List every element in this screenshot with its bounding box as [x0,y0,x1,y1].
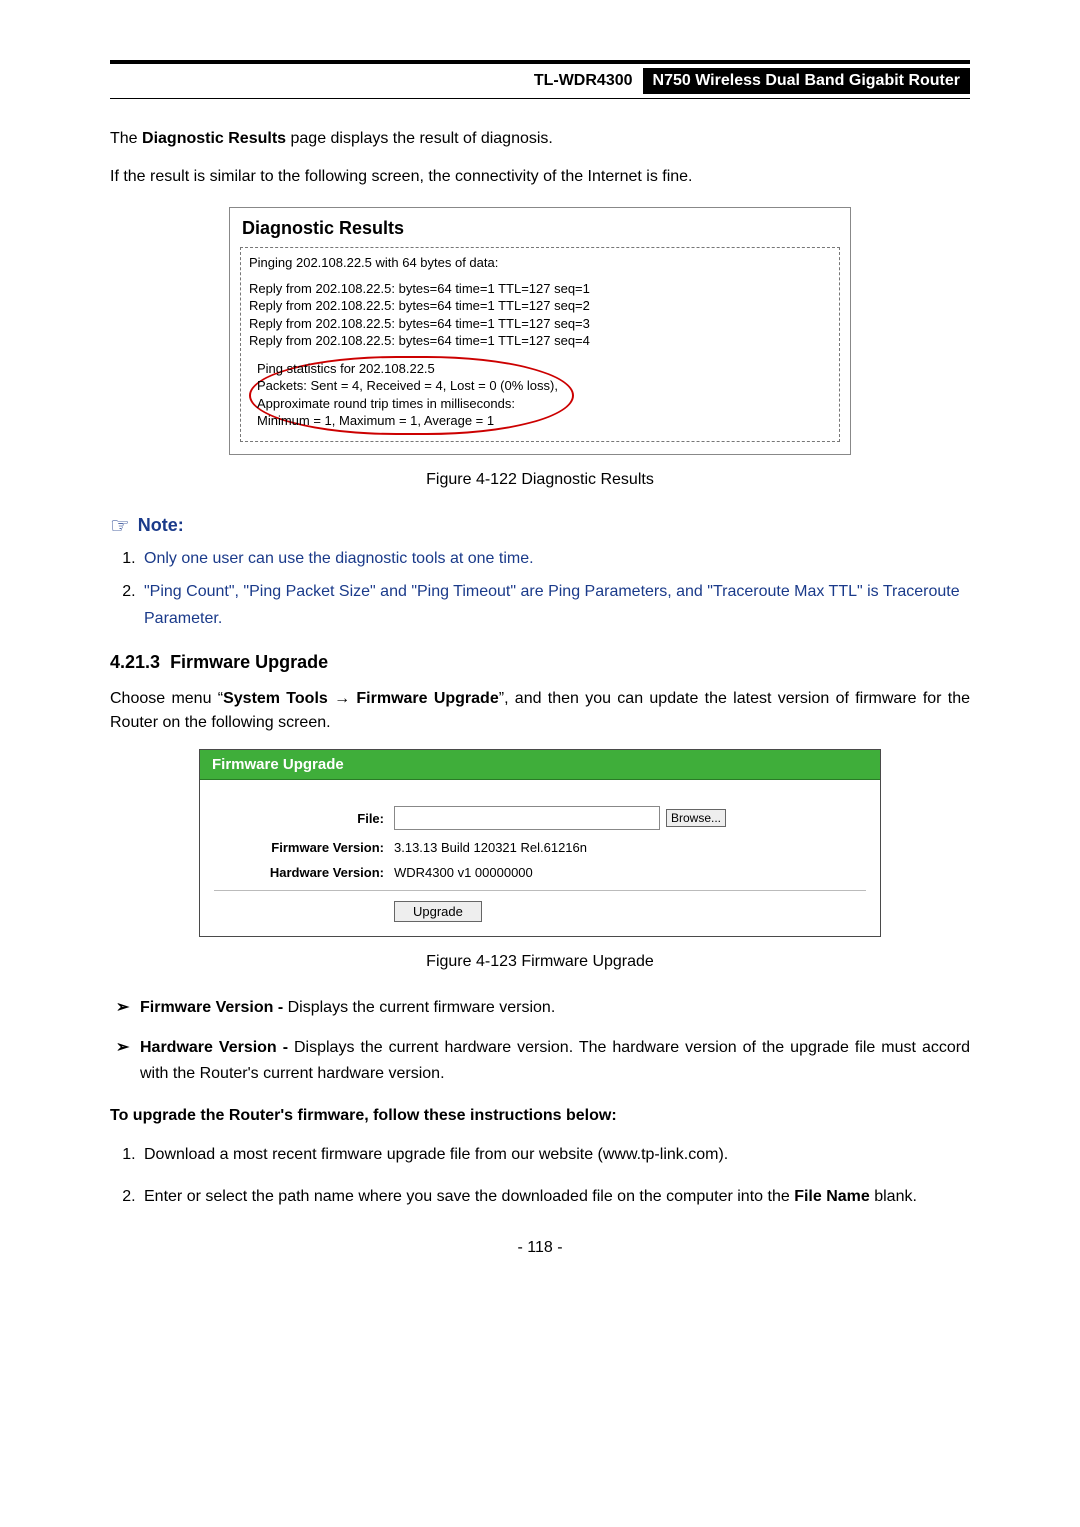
text-bold: Diagnostic Results [142,130,286,147]
header-bottom-rule [110,98,970,99]
text: Enter or select the path name where you … [144,1188,794,1205]
hardware-version-value: WDR4300 v1 00000000 [394,865,533,880]
ping-reply-line: Reply from 202.108.22.5: bytes=64 time=1… [249,332,831,350]
text-bold: File Name [794,1188,870,1205]
upgrade-button[interactable]: Upgrade [394,901,482,922]
step-2: Enter or select the path name where you … [140,1184,970,1210]
firmware-upgrade-body: File: Browse... Firmware Version: 3.13.1… [200,780,880,936]
text: Choose menu “ [110,690,223,707]
header-product: N750 Wireless Dual Band Gigabit Router [643,68,970,94]
bullet-hardware-version: ➢ Hardware Version - Displays the curren… [116,1035,970,1086]
ping-reply-line: Reply from 202.108.22.5: bytes=64 time=1… [249,280,831,298]
ping-stat-line: Approximate round trip times in millisec… [257,395,558,413]
firmware-version-label: Firmware Version: [214,840,394,855]
choose-menu-paragraph: Choose menu “System Tools → Firmware Upg… [110,687,970,735]
spacer [249,272,831,280]
firmware-version-row: Firmware Version: 3.13.13 Build 120321 R… [214,840,866,855]
firmware-version-value: 3.13.13 Build 120321 Rel.61216n [394,840,587,855]
header-bar: TL-WDR4300 N750 Wireless Dual Band Gigab… [110,68,970,94]
note-item-2: "Ping Count", "Ping Packet Size" and "Pi… [140,578,970,632]
note-text: Only one user can use the diagnostic too… [144,550,534,567]
intro-paragraph-1: The Diagnostic Results page displays the… [110,127,970,151]
note-text: "Ping Count", "Ping Packet Size" and "Pi… [144,583,960,627]
section-heading: 4.21.3 Firmware Upgrade [110,652,970,673]
ping-header-line: Pinging 202.108.22.5 with 64 bytes of da… [249,254,831,272]
bullet-mark-icon: ➢ [116,1035,140,1086]
diagnostic-results-figure: Diagnostic Results Pinging 202.108.22.5 … [229,207,851,455]
text: page displays the result of diagnosis. [286,130,553,147]
bullet-firmware-version: ➢ Firmware Version - Displays the curren… [116,995,970,1021]
panel-separator [214,890,866,891]
pointing-hand-icon: ☞ [110,513,130,539]
firmware-upgrade-header: Firmware Upgrade [200,750,880,780]
header-top-rule [110,60,970,64]
step-1: Download a most recent firmware upgrade … [140,1142,970,1168]
file-row: File: Browse... [214,806,866,830]
section-number: 4.21.3 [110,652,160,672]
arrow-icon: → [328,690,357,707]
bullet-label: Firmware Version - [140,999,283,1016]
note-heading: ☞ Note: [110,513,970,539]
menu-path-1: System Tools [223,690,328,707]
text: The [110,130,142,147]
text: blank. [870,1188,917,1205]
ping-stat-line: Minimum = 1, Maximum = 1, Average = 1 [257,412,558,430]
hardware-version-row: Hardware Version: WDR4300 v1 00000000 [214,865,866,880]
section-title: Firmware Upgrade [170,652,328,672]
ping-stat-line: Packets: Sent = 4, Received = 4, Lost = … [257,377,558,395]
firmware-upgrade-panel: Firmware Upgrade File: Browse... Firmwar… [199,749,881,937]
ping-reply-line: Reply from 202.108.22.5: bytes=64 time=1… [249,315,831,333]
header-model: TL-WDR4300 [524,68,643,94]
intro-paragraph-2: If the result is similar to the followin… [110,165,970,189]
instructions-heading: To upgrade the Router's firmware, follow… [110,1104,970,1128]
diagnostic-results-output: Pinging 202.108.22.5 with 64 bytes of da… [240,247,840,442]
hardware-version-label: Hardware Version: [214,865,394,880]
file-label: File: [214,811,394,826]
feature-bullets: ➢ Firmware Version - Displays the curren… [110,995,970,1086]
note-list: Only one user can use the diagnostic too… [110,545,970,633]
bullet-label: Hardware Version - [140,1039,288,1056]
bullet-text: Displays the current firmware version. [283,999,555,1016]
browse-button[interactable]: Browse... [666,809,726,827]
figure-caption-123: Figure 4-123 Firmware Upgrade [110,953,970,971]
note-label: Note: [138,515,184,536]
ping-stat-line: Ping statistics for 202.108.22.5 [257,360,558,378]
file-input[interactable] [394,806,660,830]
note-item-1: Only one user can use the diagnostic too… [140,545,970,572]
diagnostic-results-title: Diagnostic Results [230,214,850,243]
page-number: - 118 - [110,1239,970,1257]
bullet-mark-icon: ➢ [116,995,140,1021]
upgrade-steps: Download a most recent firmware upgrade … [110,1142,970,1209]
ping-reply-line: Reply from 202.108.22.5: bytes=64 time=1… [249,297,831,315]
menu-path-2: Firmware Upgrade [356,690,498,707]
figure-caption-122: Figure 4-122 Diagnostic Results [110,471,970,489]
ping-statistics-highlight: Ping statistics for 202.108.22.5 Packets… [249,356,574,435]
